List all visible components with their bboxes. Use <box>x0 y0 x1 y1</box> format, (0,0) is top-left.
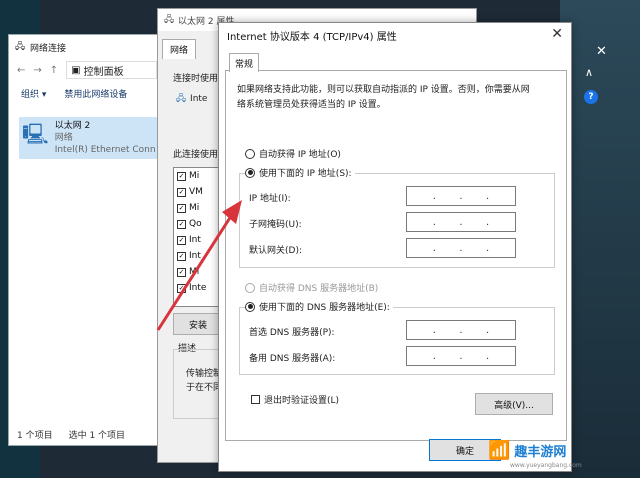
watermark-url: www.yueyangbang.com <box>510 462 582 469</box>
annotation-arrow <box>156 200 242 331</box>
watermark: 📶 趣丰游网 www.yueyangbang.com <box>488 440 582 469</box>
arrow-head <box>222 200 242 224</box>
wifi-icon: 📶 <box>488 440 511 461</box>
watermark-brand: 趣丰游网 <box>514 445 567 460</box>
arrow-shaft <box>156 212 235 331</box>
